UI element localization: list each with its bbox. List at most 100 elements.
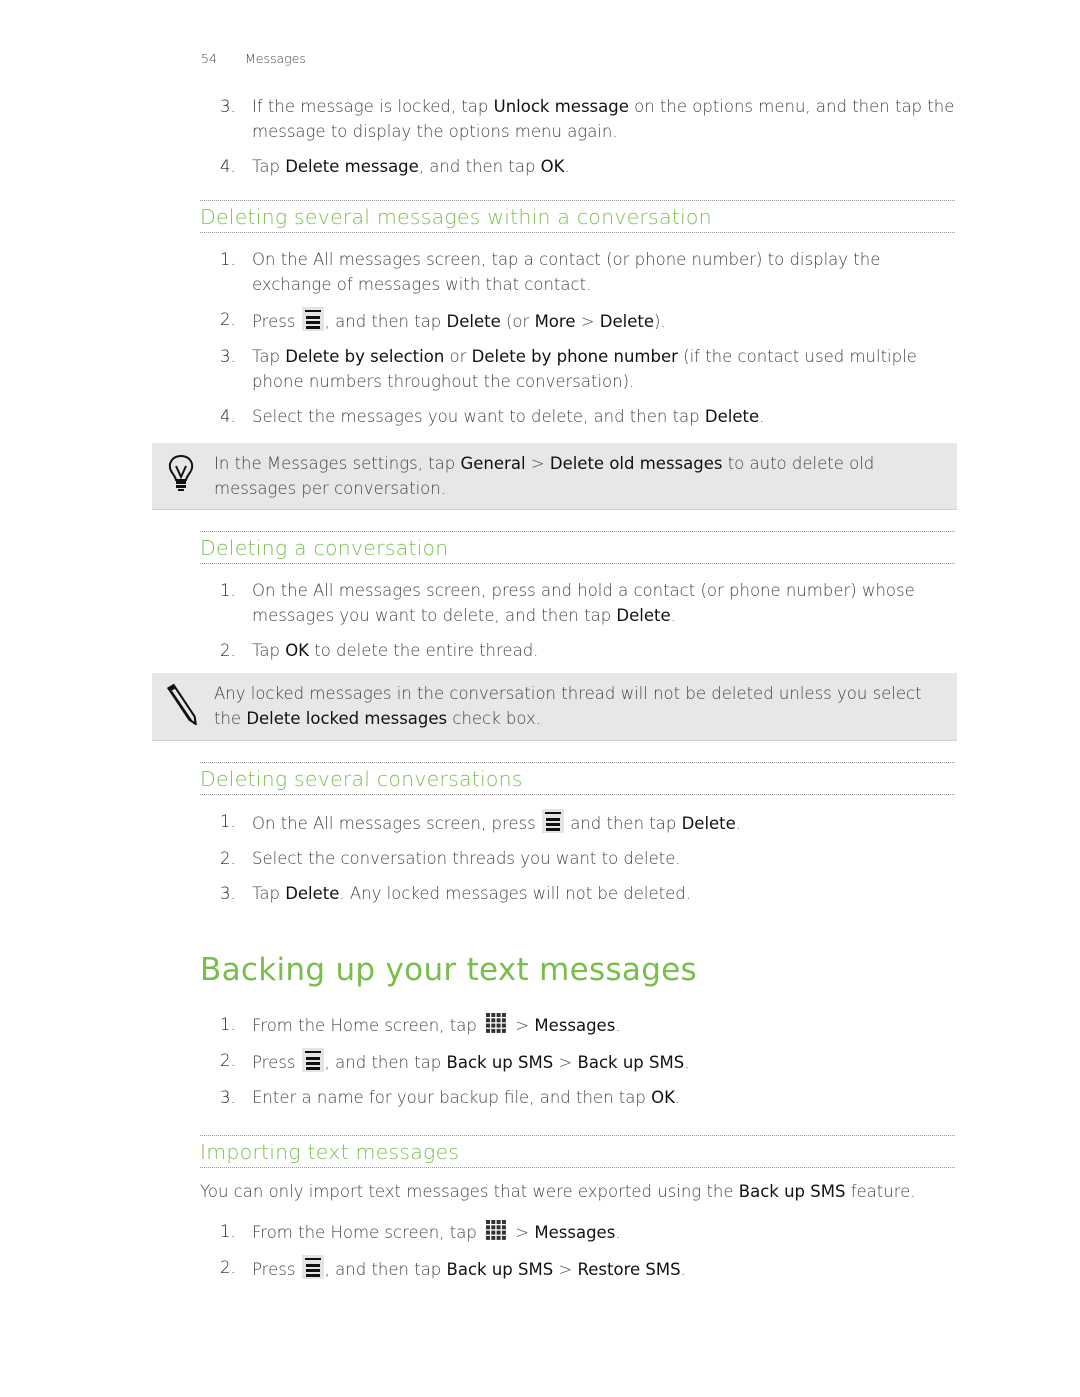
text-run: , and then tap [324,1053,447,1072]
text-run: . [674,1088,681,1107]
text-run: . [615,1016,621,1035]
text-run: . [684,1053,690,1072]
step-item: 1. On the All messages screen, tap a cont… [200,247,955,297]
step-item: 2. Select the conversation threads you wa… [200,846,955,871]
text-run: Select the messages you want to delete, … [252,407,705,426]
ui-term: More [534,312,576,331]
ui-term: Delete [446,312,501,331]
text-run: > [575,312,600,331]
note-box: Any locked messages in the conversation … [152,673,957,741]
note-text: Any locked messages in the conversation … [214,681,934,731]
step-item: 1. From the Home screen, tap > Messages. [200,1012,955,1038]
text-run: , and then tap [324,1260,447,1279]
text-run: In the Messages settings, tap [214,454,461,473]
step-item: 2. Tap OK to delete the entire thread. [200,638,955,663]
steps-list: 1. From the Home screen, tap > Messages. 2… [200,1012,955,1110]
text-run: > [525,454,550,473]
text-run: to delete the entire thread. [309,641,539,660]
ui-term: Back up SMS [577,1053,685,1072]
text-run: . [680,1260,686,1279]
lightbulb-icon [168,454,194,491]
step-item: 1. On the All messages screen, press and … [200,578,955,628]
step-number: 2. [220,641,236,660]
step-item: 2. Press , and then tap Back up SMS > Bac… [200,1048,955,1075]
step-number: 2. [220,849,236,868]
all-apps-icon [485,1012,507,1034]
ui-term: Delete by phone number [471,347,678,366]
text-run: Press [252,312,301,331]
ui-term: Delete old messages [549,454,723,473]
ui-term: OK [285,641,309,660]
text-run: Press [252,1260,301,1279]
step-number: 4. [220,407,236,426]
text-run: Tap [252,884,286,903]
section-heading: Deleting several conversations [200,762,955,795]
text-run: . [759,407,765,426]
text-run: Tap [252,157,286,176]
text-run: On the All messages screen, press and ho… [252,581,915,625]
top-steps-list: 3. If the message is locked, tap Unlock m… [200,94,955,179]
text-run: ). [654,312,666,331]
text-run: From the Home screen, tap [252,1223,483,1242]
tip-text: In the Messages settings, tap General > … [214,451,934,501]
page-header: 54 Messages [201,51,306,66]
section-delete-several-messages: Deleting several messages within a conve… [200,200,955,439]
chapter-heading: Backing up your text messages [200,952,697,988]
step-number: 1. [220,1015,236,1034]
step-number: 1. [220,581,236,600]
step-number: 2. [220,1258,236,1277]
step-item: 3. Tap Delete. Any locked messages will n… [200,881,955,906]
text-run: If the message is locked, tap [252,97,494,116]
section-heading: Deleting a conversation [200,531,955,564]
text-run: and then tap [564,814,682,833]
text-run: On the All messages screen, press [252,814,541,833]
menu-key-icon [541,809,564,833]
step-number: 2. [220,310,236,329]
page-number: 54 [201,51,217,66]
tip-box: In the Messages settings, tap General > … [152,443,957,510]
text-run: > [553,1260,578,1279]
text-run: You can only import text messages that w… [200,1182,739,1201]
intro-paragraph: You can only import text messages that w… [200,1179,955,1204]
step-item: 3. Tap Delete by selection or Delete by p… [200,344,955,394]
all-apps-icon [485,1219,507,1241]
section-heading: Importing text messages [200,1135,955,1168]
step-item: 3. Enter a name for your backup file, and… [200,1085,955,1110]
text-run: Press [252,1053,301,1072]
ui-term: Messages [534,1223,616,1242]
step-number: 1. [220,1222,236,1241]
text-run: Tap [252,347,286,366]
step-number: 1. [220,250,236,269]
ui-term: Unlock message [493,97,629,116]
step-number: 3. [220,97,236,116]
ui-term: Restore SMS [577,1260,681,1279]
ui-term: Delete [599,312,655,331]
step-item: 2. Press , and then tap Back up SMS > Res… [200,1255,955,1282]
text-run: > [510,1223,535,1242]
section-heading: Deleting several messages within a conve… [200,200,955,233]
text-run: > [553,1053,578,1072]
step-item: 4. Select the messages you want to delete… [200,404,955,429]
text-run: . [735,814,742,833]
pencil-icon [166,683,197,725]
step-item: 1. On the All messages screen, press and … [200,809,955,836]
steps-list: 1. On the All messages screen, press and … [200,809,955,906]
section-import: Importing text messages You can only imp… [200,1135,955,1292]
text-run: (or [500,312,535,331]
text-run: or [444,347,472,366]
step-item: 1. From the Home screen, tap > Messages. [200,1219,955,1245]
section-delete-conversation: Deleting a conversation 1. On the All mes… [200,531,955,673]
ui-term: Delete locked messages [246,709,448,728]
ui-term: Delete [704,407,760,426]
ui-term: Messages [534,1016,616,1035]
ui-term: OK [540,157,565,176]
text-run: Enter a name for your backup file, and t… [252,1088,652,1107]
step-number: 3. [220,884,236,903]
text-run: . Any locked messages will not be delete… [339,884,691,903]
text-run: . [615,1223,621,1242]
text-run: feature. [845,1182,916,1201]
text-run: check box. [447,709,541,728]
ui-term: Delete [285,884,340,903]
ui-term: Back up SMS [738,1182,846,1201]
chapter-title: Messages [244,51,306,66]
